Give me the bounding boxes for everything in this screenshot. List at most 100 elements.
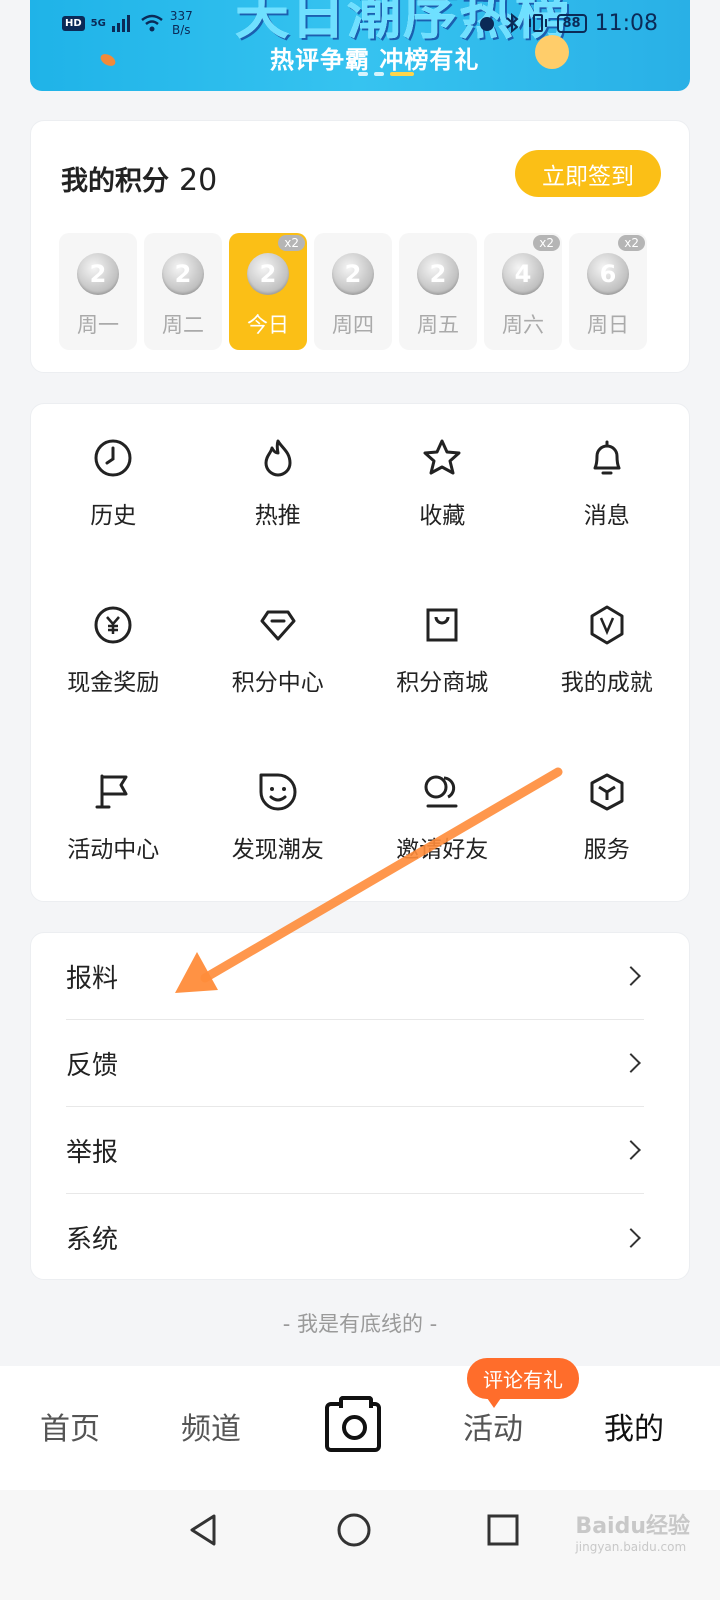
smile-icon: [259, 773, 297, 811]
grid-item-hot[interactable]: 热推: [196, 436, 361, 541]
settings-list-card: 报料 反馈 举报 系统: [30, 932, 690, 1280]
recents-square-icon[interactable]: [486, 1512, 520, 1548]
grid-item-label: 现金奖励: [67, 670, 160, 696]
grid-item-favorites[interactable]: 收藏: [360, 436, 525, 541]
list-item-system[interactable]: 系统: [66, 1194, 644, 1281]
checkin-days: 2 周一 2 周二 x2 2 今日 2 周四 2 周五 x2 4 周六 x2 6 周日: [59, 233, 647, 350]
shopping-bag-icon: [426, 608, 458, 642]
day-label: 周五: [417, 313, 459, 337]
coin-icon: 2: [77, 253, 119, 295]
coin-icon: 2: [417, 253, 459, 295]
day-label: 周六: [502, 313, 544, 337]
grid-item-achievements[interactable]: 我的成就: [525, 603, 690, 708]
tab-activity[interactable]: 活动: [463, 1404, 523, 1448]
flame-icon: [264, 439, 292, 477]
list-item-label: 系统: [66, 1225, 119, 1255]
list-item-label: 反馈: [66, 1050, 119, 1081]
star-icon: [423, 439, 461, 475]
checkin-day[interactable]: x2 4 周六: [484, 233, 562, 350]
checkin-day[interactable]: 2 周四: [314, 233, 392, 350]
battery-level: 88: [556, 13, 587, 33]
feature-grid-card: 历史 热推 收藏 消息 现金奖励 积分中心 积分商城 我的成就 活动中心 发现潮…: [30, 403, 690, 902]
pager-dot-active: [390, 72, 414, 76]
grid-item-service[interactable]: 服务: [525, 770, 690, 875]
coin-icon: 2: [162, 253, 204, 295]
tab-mine[interactable]: 我的: [604, 1404, 664, 1448]
double-badge: x2: [618, 235, 645, 251]
list-item-feedback[interactable]: 反馈: [66, 1020, 644, 1107]
signal-icon: [111, 15, 130, 32]
banner-decoration: [98, 51, 118, 69]
day-label: 今日: [247, 313, 289, 337]
tab-home[interactable]: 首页: [40, 1404, 100, 1448]
grid-item-messages[interactable]: 消息: [525, 436, 690, 541]
list-item-label: 报料: [66, 963, 119, 994]
v-badge-icon: [590, 605, 624, 645]
pager-dot: [374, 72, 384, 76]
chevron-right-icon: [621, 966, 641, 986]
feature-grid: 历史 热推 收藏 消息 现金奖励 积分中心 积分商城 我的成就 活动中心 发现潮…: [31, 436, 689, 875]
grid-item-label: 收藏: [419, 503, 466, 529]
clock-time: 11:08: [594, 10, 658, 36]
camera-icon[interactable]: [325, 1396, 381, 1452]
points-title: 我的积分 20: [61, 159, 217, 198]
clock-icon: [94, 439, 132, 477]
grid-item-label: 积分商城: [396, 670, 489, 696]
coin-icon: 6: [587, 253, 629, 295]
day-label: 周日: [587, 313, 629, 337]
wifi-icon: [141, 14, 163, 32]
flag-icon: [95, 774, 128, 809]
comment-reward-badge: 评论有礼: [467, 1358, 579, 1408]
double-badge: x2: [533, 235, 560, 251]
checkin-day[interactable]: 2 周一: [59, 233, 137, 350]
baidu-watermark: Baidu经验 jingyan.baidu.com: [575, 1514, 690, 1554]
grid-item-activity-center[interactable]: 活动中心: [31, 770, 196, 875]
bluetooth-icon: [505, 13, 519, 33]
coin-icon: 4: [502, 253, 544, 295]
grid-item-label: 活动中心: [67, 837, 160, 863]
coin-icon: 2: [332, 253, 374, 295]
chevron-right-icon: [621, 1227, 641, 1248]
day-label: 周二: [162, 313, 204, 337]
points-label: 我的积分: [61, 166, 169, 197]
alarm-icon: [479, 17, 494, 31]
checkin-day[interactable]: x2 6 周日: [569, 233, 647, 350]
banner-pager: [358, 72, 414, 76]
bottom-tab-bar: 首页 频道 活动 评论有礼 我的: [0, 1358, 720, 1490]
grid-item-cash-reward[interactable]: 现金奖励: [31, 603, 196, 708]
grid-item-label: 邀请好友: [396, 837, 489, 863]
status-bar: HD 5G 337 B/s 88 11:08: [0, 0, 720, 46]
yuan-icon: [94, 606, 132, 644]
grid-item-label: 积分中心: [231, 670, 324, 696]
grid-item-invite-friends[interactable]: 邀请好友: [360, 770, 525, 875]
signin-button[interactable]: 立即签到: [515, 150, 661, 197]
home-circle-icon[interactable]: [336, 1512, 372, 1548]
grid-item-label: 消息: [583, 503, 630, 529]
checkin-day[interactable]: 2 周五: [399, 233, 477, 350]
grid-item-label: 发现潮友: [231, 837, 324, 863]
coin-icon: 2: [247, 253, 289, 295]
network-type: 5G: [90, 17, 106, 29]
grid-item-discover-friends[interactable]: 发现潮友: [196, 770, 361, 875]
grid-item-label: 历史: [90, 503, 137, 529]
back-icon[interactable]: [186, 1512, 220, 1548]
points-card: 我的积分 20 立即签到 2 周一 2 周二 x2 2 今日 2 周四 2 周五 x2 4 周六 …: [30, 120, 690, 373]
end-of-list-text: - 我是有底线的 -: [282, 1312, 438, 1336]
checkin-day-today[interactable]: x2 2 今日: [229, 233, 307, 350]
chevron-right-icon: [621, 1140, 641, 1160]
list-item-report-news[interactable]: 报料: [66, 933, 644, 1020]
hd-indicator: HD: [62, 15, 85, 31]
grid-item-label: 我的成就: [560, 670, 653, 696]
day-label: 周四: [332, 313, 374, 337]
list-item-report-abuse[interactable]: 举报: [66, 1107, 644, 1194]
pager-dot: [358, 72, 368, 76]
system-nav-bar: Baidu经验 jingyan.baidu.com: [0, 1490, 720, 1600]
chevron-right-icon: [621, 1053, 641, 1073]
tab-channel[interactable]: 频道: [181, 1404, 241, 1448]
friends-icon: [424, 775, 458, 808]
grid-item-history[interactable]: 历史: [31, 436, 196, 541]
checkin-day[interactable]: 2 周二: [144, 233, 222, 350]
grid-item-points-center[interactable]: 积分中心: [196, 603, 361, 708]
grid-item-points-mall[interactable]: 积分商城: [360, 603, 525, 708]
diamond-icon: [260, 610, 296, 641]
